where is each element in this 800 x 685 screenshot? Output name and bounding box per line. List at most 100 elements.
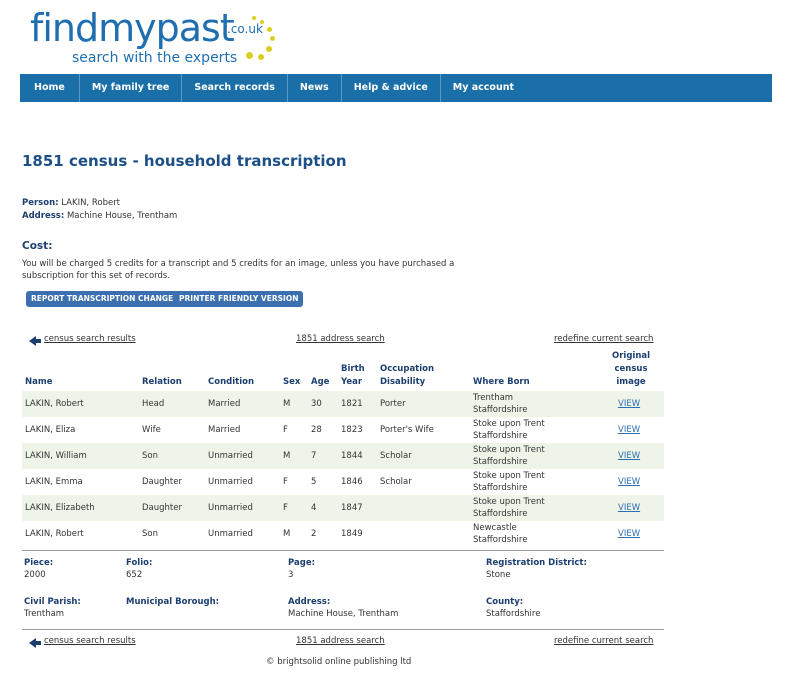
cell-relation: Head: [142, 399, 165, 409]
nav-my-family-tree[interactable]: My family tree: [80, 74, 183, 102]
cell-age: 7: [311, 451, 317, 461]
cell-condition: Unmarried: [208, 503, 253, 513]
cell-occupation: Scholar: [380, 477, 412, 487]
cost-text-line: You will be charged 5 credits for a tran…: [22, 259, 455, 269]
detail-label: Registration District:: [486, 558, 587, 568]
cell-where-born: Newcastle Staffordshire: [473, 522, 527, 546]
cell-sex: F: [283, 503, 288, 513]
cell-where-born-line: Stoke upon Trent: [473, 471, 545, 481]
cell-relation: Daughter: [142, 477, 182, 487]
detail-label: Piece:: [24, 558, 54, 568]
nav-home[interactable]: Home: [20, 74, 80, 102]
census-search-results-link[interactable]: census search results: [44, 636, 136, 646]
address-search-link[interactable]: 1851 address search: [296, 636, 385, 646]
col-relation: Relation: [142, 377, 182, 387]
cell-where-born-line: Staffordshire: [473, 535, 528, 545]
cell-occupation: Scholar: [380, 451, 412, 461]
logo-tld: .co.uk: [227, 22, 263, 36]
cell-where-born-line: Staffordshire: [473, 431, 528, 441]
nav-news[interactable]: News: [288, 74, 342, 102]
detail-label: County:: [486, 597, 524, 607]
cell-where-born-line: Staffordshire: [473, 509, 528, 519]
cell-sex: M: [283, 529, 291, 539]
detail-civil-parish: Civil Parish: Trentham: [24, 596, 81, 620]
cell-age: 28: [311, 425, 322, 435]
cell-birth-year: 1847: [341, 503, 363, 513]
back-arrow-icon[interactable]: [29, 638, 41, 648]
nav-my-account[interactable]: My account: [441, 74, 526, 102]
logo-wordmark: findmypast: [30, 6, 235, 50]
cell-name: LAKIN, William: [25, 451, 87, 461]
detail-registration-district: Registration District: Stone: [486, 557, 587, 581]
view-image-link[interactable]: VIEW: [618, 391, 640, 417]
table-row: LAKIN, Elizabeth Daughter Unmarried F 4 1847 S…: [22, 495, 664, 521]
cell-occupation: Porter's Wife: [380, 425, 434, 435]
col-birth-year: Birth Year: [341, 363, 365, 389]
nav-help-advice[interactable]: Help & advice: [342, 74, 441, 102]
col-birth-year-line: Year: [341, 377, 363, 387]
address-label: Address:: [22, 211, 65, 221]
cell-birth-year: 1849: [341, 529, 363, 539]
report-transcription-change-button[interactable]: REPORT TRANSCRIPTION CHANGE: [26, 291, 179, 307]
census-search-results-link[interactable]: census search results: [44, 334, 136, 344]
printer-friendly-version-button[interactable]: PRINTER FRIENDLY VERSION: [174, 291, 304, 307]
table-body: LAKIN, Robert Head Married M 30 1821 Porter Tre…: [22, 391, 664, 547]
view-image-link[interactable]: VIEW: [618, 443, 640, 469]
col-where-born: Where Born: [473, 377, 530, 387]
cost-text: You will be charged 5 credits for a tran…: [22, 258, 522, 282]
cell-where-born-line: Trentham: [473, 393, 514, 403]
redefine-search-link[interactable]: redefine current search: [554, 334, 653, 344]
person-summary: Person: LAKIN, Robert Address: Machine H…: [22, 197, 177, 223]
cell-birth-year: 1821: [341, 399, 363, 409]
table-row: LAKIN, Emma Daughter Unmarried F 5 1846 Schola…: [22, 469, 664, 495]
logo-dot: [260, 20, 264, 24]
detail-page: Page: 3: [288, 557, 315, 581]
detail-label: Page:: [288, 558, 315, 568]
cell-age: 30: [311, 399, 322, 409]
site-logo[interactable]: findmypast .co.uk search with the expert…: [30, 6, 290, 72]
view-image-link[interactable]: VIEW: [618, 469, 640, 495]
view-image-link[interactable]: VIEW: [618, 495, 640, 521]
detail-folio: Folio: 652: [126, 557, 152, 581]
cell-age: 4: [311, 503, 317, 513]
col-original-image-line: census: [614, 364, 648, 374]
cell-age: 5: [311, 477, 317, 487]
household-table: Name Relation Condition Sex Age Birth Ye…: [22, 349, 664, 547]
logo-dot: [252, 16, 256, 20]
col-original-image: Original census image: [606, 350, 656, 389]
cell-condition: Married: [208, 425, 241, 435]
cell-age: 2: [311, 529, 317, 539]
cell-relation: Daughter: [142, 503, 182, 513]
cell-sex: M: [283, 451, 291, 461]
logo-dot: [258, 54, 264, 60]
cell-where-born: Stoke upon Trent Staffordshire: [473, 470, 545, 494]
address-search-link[interactable]: 1851 address search: [296, 334, 385, 344]
detail-value: Trentham: [24, 609, 65, 619]
cell-name: LAKIN, Emma: [25, 477, 83, 487]
cell-relation: Wife: [142, 425, 161, 435]
redefine-search-link[interactable]: redefine current search: [554, 636, 653, 646]
detail-municipal-borough: Municipal Borough:: [126, 596, 219, 608]
cell-where-born-line: Staffordshire: [473, 483, 528, 493]
col-occupation: Occupation Disability: [380, 363, 434, 389]
page-title: 1851 census - household transcription: [22, 152, 347, 170]
table-row: LAKIN, Eliza Wife Married F 28 1823 Porter's W…: [22, 417, 664, 443]
cell-condition: Unmarried: [208, 477, 253, 487]
logo-tagline: search with the experts: [72, 50, 238, 66]
cell-where-born-line: Stoke upon Trent: [473, 497, 545, 507]
table-header: Name Relation Condition Sex Age Birth Ye…: [22, 349, 664, 391]
back-arrow-icon[interactable]: [29, 336, 41, 346]
cell-sex: M: [283, 399, 291, 409]
nav-search-records[interactable]: Search records: [182, 74, 288, 102]
cell-where-born-line: Stoke upon Trent: [473, 419, 545, 429]
person-value: LAKIN, Robert: [61, 198, 121, 208]
cell-where-born: Trentham Staffordshire: [473, 392, 527, 416]
cell-name: LAKIN, Elizabeth: [25, 503, 95, 513]
cell-where-born: Stoke upon Trent Staffordshire: [473, 418, 545, 442]
col-occupation-line: Disability: [380, 377, 426, 387]
logo-dot: [266, 46, 272, 52]
view-image-link[interactable]: VIEW: [618, 417, 640, 443]
detail-county: County: Staffordshire: [486, 596, 540, 620]
cell-where-born-line: Staffordshire: [473, 457, 528, 467]
view-image-link[interactable]: VIEW: [618, 521, 640, 547]
